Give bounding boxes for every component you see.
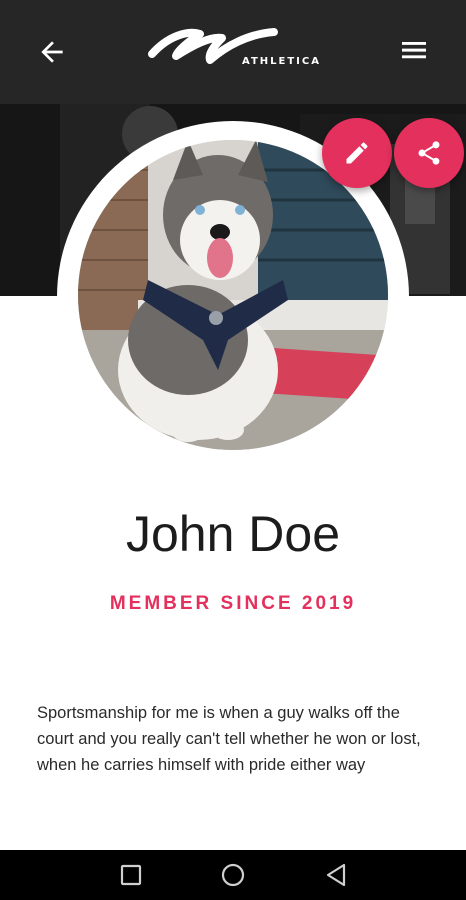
profile-bio: Sportsmanship for me is when a guy walks… xyxy=(37,704,421,774)
pencil-icon xyxy=(346,142,368,164)
avatar[interactable] xyxy=(78,140,388,450)
system-back-button[interactable] xyxy=(322,861,350,889)
husky-dog-photo xyxy=(78,140,388,450)
system-navigation-bar xyxy=(0,850,466,900)
menu-button[interactable] xyxy=(398,34,432,66)
arrow-left-icon xyxy=(41,41,63,63)
profile-name: John Doe xyxy=(125,506,341,562)
square-recents-icon xyxy=(120,864,142,886)
member-since-label: MEMBER SINCE 2019 xyxy=(109,593,357,614)
hamburger-menu-icon xyxy=(402,42,426,59)
triangle-back-icon xyxy=(326,863,346,887)
recents-button[interactable] xyxy=(117,861,145,889)
share-profile-button[interactable] xyxy=(394,118,464,188)
home-button[interactable] xyxy=(219,861,247,889)
share-icon xyxy=(418,141,440,165)
athletica-logo: ATHLETICA xyxy=(148,24,328,74)
app-bar: ATHLETICA xyxy=(0,0,466,104)
logo-wordmark: ATHLETICA xyxy=(242,56,321,67)
edit-profile-button[interactable] xyxy=(322,118,392,188)
circle-home-icon xyxy=(221,863,245,887)
back-button[interactable] xyxy=(36,36,68,68)
